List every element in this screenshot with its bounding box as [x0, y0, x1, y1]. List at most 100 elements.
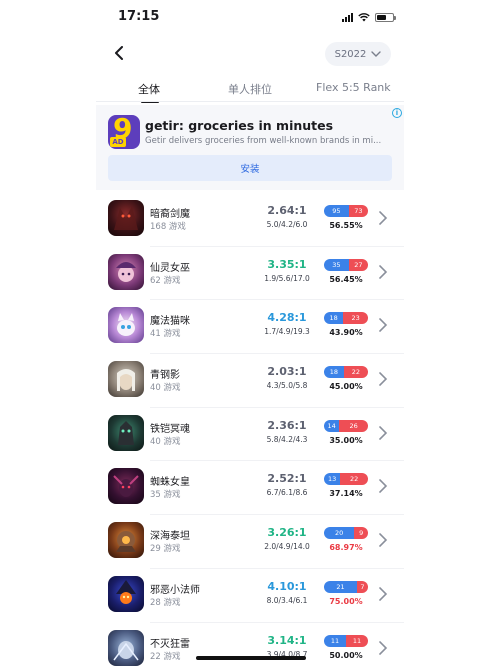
losses-count: 73 [348, 205, 368, 217]
status-bar: 17:15 [96, 0, 404, 38]
ad-badge: AD [110, 137, 126, 147]
getir-logo: 9 AD [108, 115, 140, 149]
chevron-right-icon [379, 372, 388, 386]
chevron-right-icon [379, 479, 388, 494]
wins-count: 13 [324, 473, 341, 486]
champion-name: 不灭狂雷 [150, 638, 190, 650]
champion-list: 暗裔剑魔 168 游戏 2.64:1 5.0/4.2/6.0 95 73 56.… [96, 193, 404, 667]
champion-row[interactable]: 仙灵女巫 62 游戏 3.35:1 1.9/5.6/17.0 35 27 56.… [96, 247, 404, 301]
kda-ratio: 3.35:1 [267, 257, 307, 271]
losses-count: 22 [343, 366, 368, 379]
season-selector[interactable]: S2022 [325, 42, 391, 66]
champion-name: 铁铠冥魂 [150, 423, 190, 435]
champion-name: 深海泰坦 [150, 531, 190, 543]
ad-banner[interactable]: i 9 AD getir: groceries in minutes Getir… [96, 105, 404, 190]
win-rate: 56.45% [329, 274, 363, 284]
champion-avatar [108, 629, 144, 666]
champion-name: 蜘蛛女皇 [150, 477, 190, 489]
install-button[interactable]: 安装 [108, 155, 392, 181]
tab-solo-rank[interactable]: 单人排位 [228, 81, 272, 97]
chevron-down-icon [371, 51, 382, 57]
champion-avatar [108, 307, 144, 344]
games-played: 40 游戏 [150, 383, 181, 394]
win-rate: 50.00% [329, 650, 363, 660]
win-rate: 45.00% [329, 382, 363, 392]
header-divider [96, 101, 404, 102]
wins-count: 18 [324, 312, 344, 325]
kda-ratio: 3.26:1 [267, 526, 307, 540]
losses-count: 26 [339, 419, 368, 432]
kda-average: 1.9/5.6/17.0 [264, 273, 310, 283]
kda-average: 8.0/3.4/6.1 [266, 595, 308, 605]
champion-avatar [108, 361, 144, 398]
win-rate: 68.97% [329, 543, 363, 553]
wins-count: 14 [324, 419, 340, 432]
chevron-right-icon [379, 425, 388, 440]
losses-count: 11 [346, 634, 368, 647]
champion-row[interactable]: 铁铠冥魂 40 游戏 2.36:1 5.8/4.2/4.3 14 26 35.0… [96, 408, 404, 462]
win-loss-bar: 11 11 [324, 634, 368, 647]
champion-avatar [108, 522, 144, 559]
champion-row[interactable]: 青钢影 40 游戏 2.03:1 4.3/5.0/5.8 18 22 45.00… [96, 354, 404, 408]
ad-description: Getir delivers groceries from well-known… [145, 136, 382, 146]
ad-title[interactable]: getir: groceries in minutes [145, 118, 333, 133]
season-label: S2022 [334, 48, 367, 60]
games-played: 40 游戏 [150, 436, 181, 447]
champion-avatar [108, 253, 144, 290]
games-played: 168 游戏 [150, 222, 186, 232]
win-rate: 56.55% [329, 221, 363, 230]
win-loss-bar: 21 7 [324, 580, 368, 593]
kda-average: 4.3/5.0/5.8 [266, 381, 308, 391]
games-played: 62 游戏 [150, 275, 181, 286]
win-loss-bar: 13 22 [324, 473, 368, 486]
kda-average: 5.0/4.2/6.0 [266, 220, 308, 229]
chevron-right-icon [379, 587, 388, 601]
kda-average: 2.0/4.9/14.0 [264, 542, 310, 552]
kda-ratio: 2.03:1 [267, 365, 307, 379]
champion-row[interactable]: 魔法猫咪 41 游戏 4.28:1 1.7/4.9/19.3 18 23 43.… [96, 300, 404, 355]
champion-row[interactable]: 暗裔剑魔 168 游戏 2.64:1 5.0/4.2/6.0 95 73 56.… [96, 193, 404, 247]
losses-count: 9 [354, 527, 368, 540]
champion-name: 暗裔剑魔 [150, 209, 190, 220]
chevron-right-icon [379, 264, 388, 279]
champion-name: 仙灵女巫 [150, 262, 190, 274]
games-played: 28 游戏 [150, 597, 181, 608]
champion-avatar [108, 575, 144, 612]
status-time: 17:15 [118, 9, 160, 24]
win-loss-bar: 35 27 [324, 258, 368, 271]
wins-count: 95 [324, 205, 349, 217]
kda-ratio: 2.36:1 [267, 418, 307, 432]
kda-average: 6.7/6.1/8.6 [266, 488, 308, 498]
games-played: 22 游戏 [150, 651, 181, 662]
win-rate: 75.00% [329, 596, 363, 606]
chevron-right-icon [379, 211, 388, 225]
losses-count: 23 [343, 312, 368, 325]
champion-row[interactable]: 不灭狂雷 22 游戏 3.14:1 3.9/4.0/8.7 11 11 50.0… [96, 623, 404, 667]
win-loss-bar: 14 26 [324, 419, 368, 432]
champion-row[interactable]: 蜘蛛女皇 35 游戏 2.52:1 6.7/6.1/8.6 13 22 37.1… [96, 461, 404, 516]
win-rate: 37.14% [329, 489, 363, 499]
champion-name: 青钢影 [150, 370, 180, 382]
cellular-signal-icon [342, 12, 353, 22]
home-indicator [196, 656, 306, 660]
wins-count: 21 [324, 580, 357, 593]
tab-all[interactable]: 全体 [138, 81, 160, 97]
kda-ratio: 2.64:1 [267, 204, 307, 217]
tab-flex-rank[interactable]: Flex 5:5 Rank [316, 81, 391, 94]
wins-count: 11 [324, 634, 346, 647]
champion-name: 魔法猫咪 [150, 316, 190, 328]
kda-ratio: 2.52:1 [267, 472, 307, 486]
games-played: 41 游戏 [150, 329, 181, 340]
ad-info-icon[interactable]: i [392, 108, 402, 118]
champion-row[interactable]: 深海泰坦 29 游戏 3.26:1 2.0/4.9/14.0 20 9 68.9… [96, 515, 404, 569]
win-rate: 43.90% [329, 328, 363, 338]
champion-row[interactable]: 邪恶小法师 28 游戏 4.10:1 8.0/3.4/6.1 21 7 75.0… [96, 569, 404, 623]
back-arrow-icon [115, 46, 123, 60]
win-rate: 35.00% [329, 435, 363, 445]
chevron-right-icon [379, 533, 388, 547]
losses-count: 27 [348, 258, 368, 271]
games-played: 35 游戏 [150, 490, 181, 501]
back-button[interactable] [108, 42, 130, 64]
win-loss-bar: 18 22 [324, 366, 368, 379]
win-loss-bar: 18 23 [324, 312, 368, 325]
